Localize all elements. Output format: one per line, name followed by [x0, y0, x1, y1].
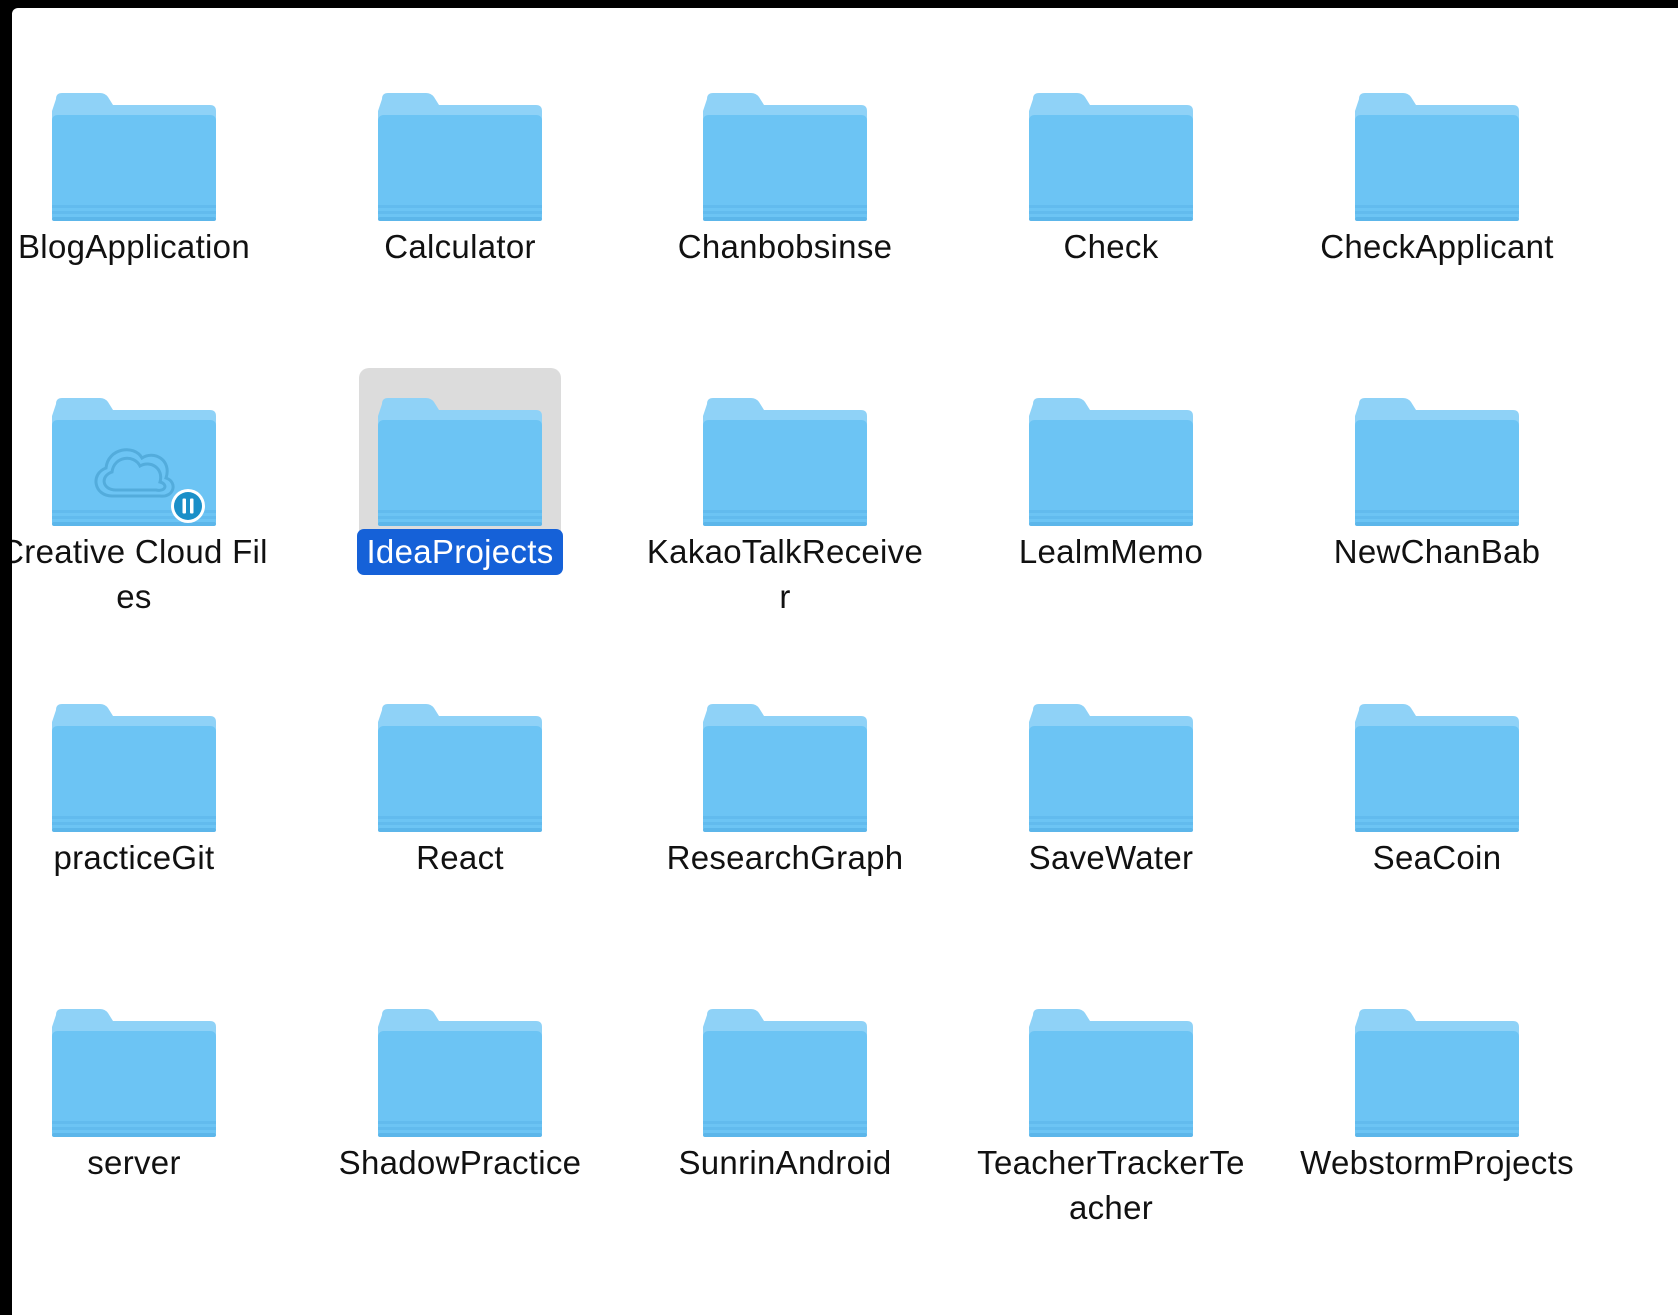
folder-icon	[703, 704, 867, 832]
folder-item-chanbobsinse[interactable]: Chanbobsinse	[635, 8, 935, 318]
folder-icon	[703, 1009, 867, 1137]
folder-item-seacoin[interactable]: SeaCoin	[1287, 619, 1587, 929]
folder-item-lealmmemo[interactable]: LealmMemo	[961, 313, 1261, 623]
folder-icon	[1355, 1009, 1519, 1137]
folder-icon	[378, 704, 542, 832]
folder-item-shadowpractice[interactable]: ShadowPractice	[310, 924, 610, 1234]
folder-icon	[1355, 704, 1519, 832]
folder-item-checkapplicant[interactable]: CheckApplicant	[1287, 8, 1587, 318]
folder-label[interactable]: SeaCoin	[1364, 835, 1511, 880]
folder-label[interactable]: KakaoTalkReceiver	[635, 529, 935, 619]
folder-label[interactable]: ResearchGraph	[658, 835, 913, 880]
folder-item-sunrinandroid[interactable]: SunrinAndroid	[635, 924, 935, 1234]
folder-label[interactable]: LealmMemo	[1010, 529, 1212, 574]
folder-label[interactable]: practiceGit	[44, 835, 223, 880]
folder-item-check[interactable]: Check	[961, 8, 1261, 318]
folder-icon	[378, 398, 542, 526]
folder-item-ideaprojects[interactable]: IdeaProjects	[310, 313, 610, 623]
folder-label[interactable]: server	[78, 1140, 190, 1185]
folder-item-react[interactable]: React	[310, 619, 610, 929]
folder-icon	[1029, 93, 1193, 221]
folder-item-calculator[interactable]: Calculator	[310, 8, 610, 318]
folder-item-creative-cloud-files[interactable]: Creative Cloud Files	[12, 313, 284, 623]
folder-item-practicegit[interactable]: practiceGit	[12, 619, 284, 929]
folder-item-server[interactable]: server	[12, 924, 284, 1234]
folder-item-researchgraph[interactable]: ResearchGraph	[635, 619, 935, 929]
folder-label[interactable]: Chanbobsinse	[669, 224, 902, 269]
finder-window: BlogApplication Calculator Chanbobsinse …	[12, 8, 1678, 1315]
folder-item-blogapplication[interactable]: BlogApplication	[12, 8, 284, 318]
folder-label[interactable]: Calculator	[375, 224, 545, 269]
folder-label[interactable]: BlogApplication	[12, 224, 259, 269]
folder-icon	[52, 704, 216, 832]
folder-label[interactable]: Check	[1054, 224, 1167, 269]
sync-paused-icon[interactable]	[170, 488, 206, 524]
folder-item-savewater[interactable]: SaveWater	[961, 619, 1261, 929]
folder-icon	[1355, 93, 1519, 221]
folder-icon	[703, 398, 867, 526]
folder-icon	[703, 93, 867, 221]
folder-label[interactable]: SunrinAndroid	[669, 1140, 900, 1185]
icon-grid: BlogApplication Calculator Chanbobsinse …	[12, 8, 1678, 1315]
folder-label[interactable]: NewChanBab	[1325, 529, 1550, 574]
folder-icon	[378, 93, 542, 221]
folder-label[interactable]: Creative Cloud Files	[12, 529, 284, 619]
folder-icon	[1029, 398, 1193, 526]
folder-label[interactable]: WebstormProjects	[1291, 1140, 1583, 1185]
folder-label[interactable]: IdeaProjects	[357, 529, 563, 575]
folder-icon	[52, 93, 216, 221]
folder-icon	[52, 1009, 216, 1137]
folder-icon	[1355, 398, 1519, 526]
folder-label[interactable]: SaveWater	[1020, 835, 1203, 880]
folder-label[interactable]: ShadowPractice	[330, 1140, 591, 1185]
folder-label[interactable]: TeacherTrackerTeacher	[961, 1140, 1261, 1230]
folder-item-webstormprojects[interactable]: WebstormProjects	[1287, 924, 1587, 1234]
folder-item-teachertrackerteacher[interactable]: TeacherTrackerTeacher	[961, 924, 1261, 1234]
folder-item-newchanbab[interactable]: NewChanBab	[1287, 313, 1587, 623]
folder-icon	[1029, 704, 1193, 832]
folder-label[interactable]: React	[407, 835, 513, 880]
folder-icon	[1029, 1009, 1193, 1137]
folder-icon	[378, 1009, 542, 1137]
folder-label[interactable]: CheckApplicant	[1311, 224, 1563, 269]
folder-item-kakaotalkreceiver[interactable]: KakaoTalkReceiver	[635, 313, 935, 623]
